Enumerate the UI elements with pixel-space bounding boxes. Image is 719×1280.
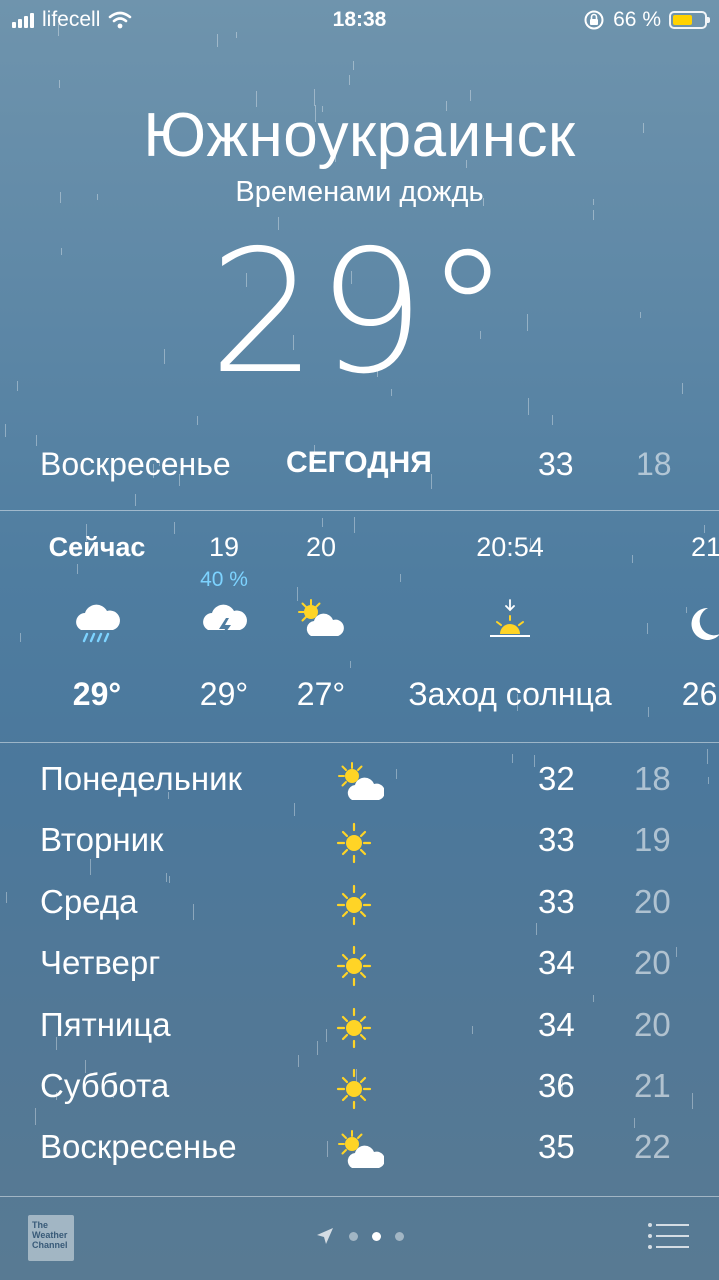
- city-name: Южноукраинск: [143, 101, 576, 170]
- hour-label: 20: [305, 532, 337, 562]
- day-high: 34: [538, 1005, 575, 1043]
- location-arrow-icon[interactable]: [315, 1226, 335, 1246]
- precip-chance: 40 %: [200, 568, 248, 591]
- day-high: 33: [538, 821, 575, 859]
- daily-row: Среда 33 20: [40, 875, 679, 936]
- current-temperature: 29°: [208, 214, 511, 412]
- moon-stars-icon: [691, 607, 719, 640]
- day-name: Среда: [40, 882, 138, 920]
- day-high: 34: [538, 944, 575, 982]
- status-right: 66 %: [583, 8, 710, 32]
- daily-row: Пятница 34 20: [40, 998, 679, 1059]
- day-name: Пятница: [40, 1005, 171, 1043]
- separator: [0, 742, 719, 743]
- sunset-label: Заход солнца: [408, 676, 612, 712]
- thunderstorm-cloud-icon: [203, 604, 247, 639]
- daily-row: Четверг 34 20: [40, 936, 679, 997]
- hourly-item-sunset: 20:54 Заход солнца: [382, 512, 638, 742]
- hour-label: 21: [690, 532, 719, 562]
- daily-forecast[interactable]: Понедельник 32 18 Вторник 33 19 Среда 33…: [40, 752, 679, 1182]
- partly-sunny-icon: [298, 599, 344, 636]
- list-icon[interactable]: [647, 1222, 689, 1250]
- hour-temp: 26°: [681, 676, 719, 712]
- daily-row: Воскресенье 35 22: [40, 1120, 679, 1181]
- hourly-forecast[interactable]: Сейчас 29° 19 40 % 29° 20 27° 20:54 Захо…: [0, 512, 719, 742]
- day-name: Воскресенье: [40, 1128, 237, 1166]
- partly-sunny-icon: [338, 1130, 384, 1169]
- hour-label: Сейчас: [48, 532, 146, 562]
- today-high: 33: [538, 446, 574, 482]
- hourly-item: 19 40 % 29°: [168, 512, 280, 742]
- daily-row: Вторник 33 19: [40, 813, 679, 874]
- hourly-item: 20 27°: [270, 512, 372, 742]
- battery-percent: 66 %: [613, 8, 661, 31]
- day-low: 20: [634, 1005, 671, 1043]
- page-dot[interactable]: [395, 1231, 404, 1241]
- day-high: 35: [538, 1128, 575, 1166]
- today-row: Воскресенье СЕГОДНЯ 33 18: [40, 440, 679, 490]
- hour-label: 20:54: [476, 532, 544, 562]
- today-day: Воскресенье: [40, 446, 231, 482]
- daily-row: Понедельник 32 18: [40, 752, 679, 813]
- hour-label: 19: [208, 532, 240, 562]
- day-high: 32: [538, 760, 575, 797]
- bottom-toolbar: The Weather Channel: [0, 1196, 719, 1280]
- day-low: 21: [634, 1066, 671, 1104]
- day-low: 20: [634, 882, 671, 920]
- day-high: 33: [538, 882, 575, 920]
- today-label: СЕГОДНЯ: [286, 446, 432, 479]
- day-low: 19: [634, 821, 671, 859]
- sunset-icon: [490, 599, 530, 637]
- day-low: 22: [634, 1128, 671, 1166]
- page-dot[interactable]: [349, 1231, 358, 1241]
- battery-icon: [669, 11, 710, 29]
- sun-icon: [336, 1068, 372, 1110]
- status-bar: lifecell 18:38 66 %: [0, 0, 719, 40]
- day-high: 36: [538, 1066, 575, 1104]
- today-low: 18: [636, 446, 672, 482]
- hourly-item: Сейчас 29°: [36, 512, 158, 742]
- page-indicator[interactable]: [0, 1226, 719, 1246]
- hourly-item: 21 26°: [650, 512, 719, 742]
- page-dot-active[interactable]: [372, 1231, 381, 1241]
- weather-condition: Временами дождь: [235, 176, 484, 208]
- hour-temp: 29°: [199, 676, 249, 712]
- partly-sunny-icon: [338, 762, 384, 800]
- sun-icon: [336, 946, 372, 987]
- sun-icon: [336, 884, 372, 925]
- rain-cloud-icon: [76, 604, 120, 643]
- separator: [0, 510, 719, 511]
- sun-icon: [336, 1007, 372, 1048]
- day-name: Четверг: [40, 944, 161, 982]
- day-name: Вторник: [40, 821, 164, 859]
- orientation-lock-icon: [584, 10, 604, 30]
- day-name: Суббота: [40, 1066, 170, 1104]
- day-low: 20: [634, 944, 671, 982]
- day-name: Понедельник: [40, 760, 242, 797]
- hour-temp: 29°: [72, 676, 122, 712]
- hour-temp: 27°: [296, 676, 346, 712]
- daily-row: Суббота 36 21: [40, 1059, 679, 1120]
- day-low: 18: [634, 760, 671, 797]
- sun-icon: [336, 823, 372, 864]
